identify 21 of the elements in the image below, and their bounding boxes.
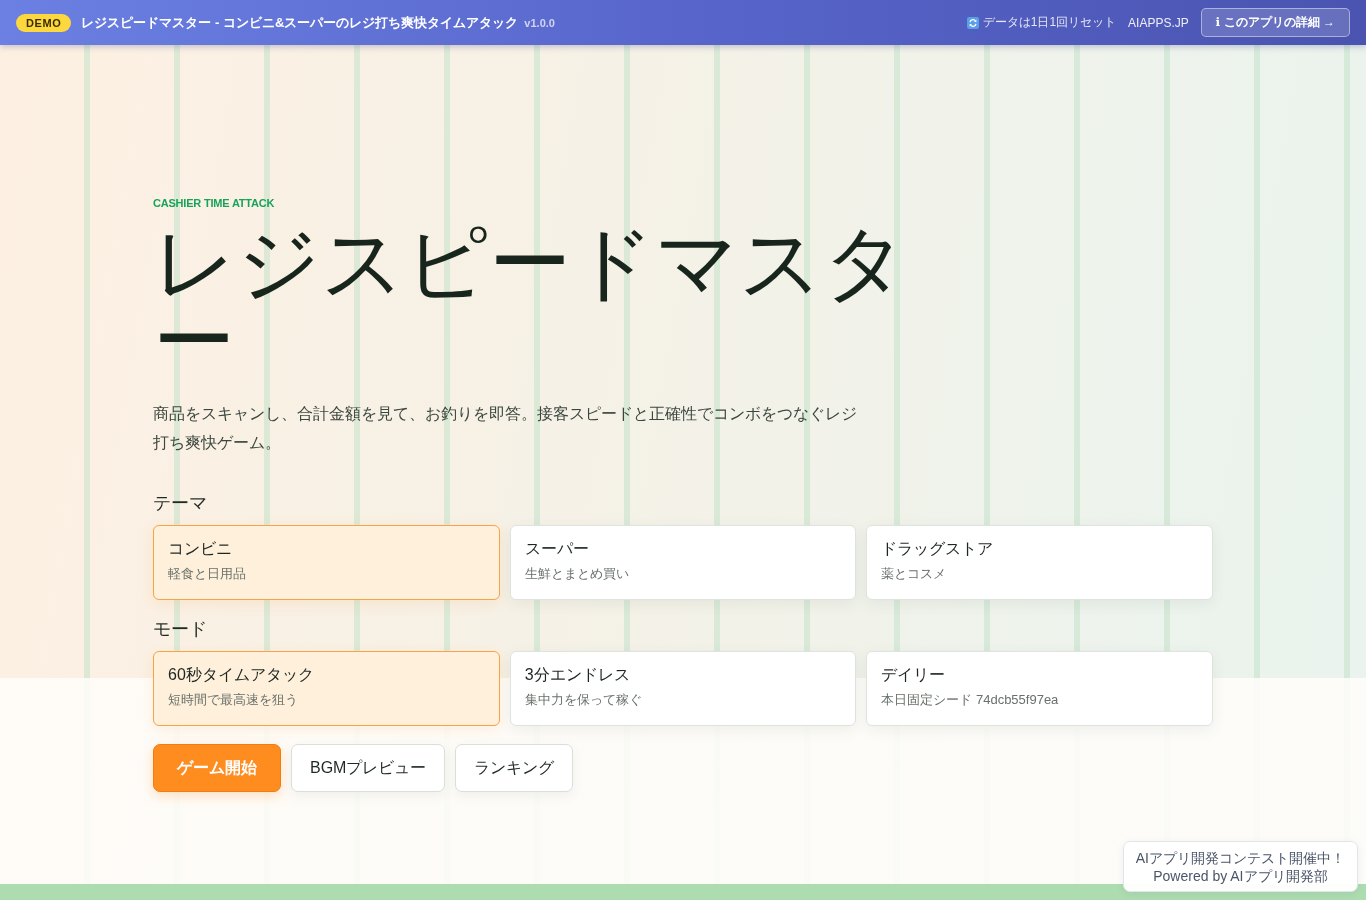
- refresh-icon: [966, 16, 979, 29]
- theme-option-card[interactable]: コンビニ 軽食と日用品: [153, 525, 500, 600]
- theme-option-card[interactable]: ドラッグストア 薬とコスメ: [866, 525, 1213, 600]
- mode-option-card[interactable]: デイリー 本日固定シード 74dcb55f97ea: [866, 651, 1213, 726]
- theme-label: テーマ: [153, 492, 207, 515]
- reset-note: データは1日1回リセット: [982, 15, 1117, 30]
- mode-option-card[interactable]: 60秒タイムアタック 短時間で最高速を狙う: [153, 651, 500, 726]
- action-button[interactable]: BGMプレビュー: [291, 744, 446, 792]
- hero-description: 商品をスキャンし、合計金額を見て、お釣りを即答。接客スピードと正確性でコンボをつなぐレジ打ち爽快ゲーム。: [153, 404, 858, 453]
- demo-badge: DEMO: [16, 13, 72, 32]
- app-title: レジスピードマスター - コンビニ&スーパーのレジ打ち爽快タイムアタック: [81, 13, 519, 32]
- action-button[interactable]: ランキング: [455, 744, 574, 792]
- hero-title: レジスピードマスター: [153, 224, 908, 380]
- contest-banner-link[interactable]: AIアプリ開発コンテスト開催中！ Powered by AIアプリ開発部: [1122, 841, 1358, 892]
- site-link[interactable]: AIAPPS.JP: [1128, 15, 1189, 30]
- mode-option-card[interactable]: 3分エンドレス 集中力を保って稼ぐ: [509, 651, 857, 726]
- mode-label: モード: [153, 618, 207, 641]
- theme-option-card[interactable]: スーパー 生鮮とまとめ買い: [509, 525, 857, 600]
- eyebrow-text: CASHIER TIME ATTACK: [153, 196, 275, 210]
- version-label: v1.0.0: [524, 16, 555, 29]
- about-app-button[interactable]: ℹ このアプリの詳細 →: [1200, 8, 1350, 37]
